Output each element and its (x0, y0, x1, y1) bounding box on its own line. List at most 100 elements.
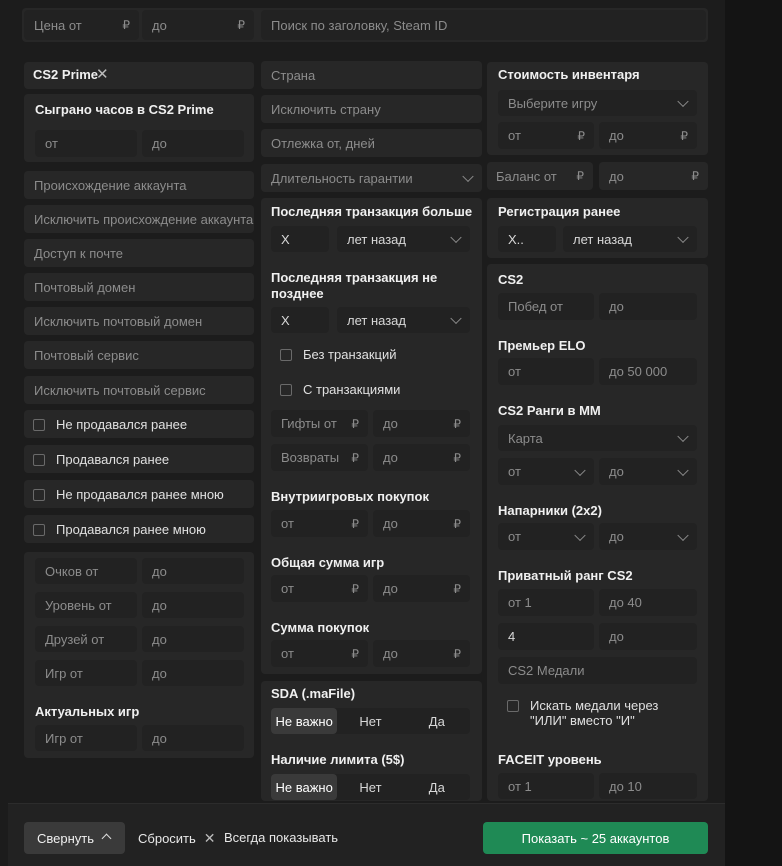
wingman-to-select[interactable]: до (599, 523, 697, 550)
points-from-input[interactable]: Очков от (35, 558, 137, 584)
placeholder: до (609, 168, 624, 184)
purchases-from-input[interactable]: от ₽ (271, 640, 368, 667)
friends-from-input[interactable]: Друзей от (35, 626, 137, 652)
limit-any-option[interactable]: Не важно (271, 774, 338, 800)
checkbox-icon (33, 523, 45, 536)
ruble-icon: ₽ (453, 450, 461, 465)
search-input[interactable]: Поиск по заголовку, Steam ID (261, 10, 706, 40)
with-transactions-checkbox[interactable]: С транзакциями (280, 382, 400, 397)
last-tx-unit-select[interactable]: лет назад (337, 226, 470, 252)
collapse-button[interactable]: Свернуть (24, 822, 125, 854)
games-from-input[interactable]: Игр от (35, 660, 137, 686)
not-sold-before-checkbox[interactable]: Не продавался ранее (33, 417, 187, 432)
medals-select[interactable]: CS2 Медали (498, 657, 697, 684)
ingame-to-input[interactable]: до ₽ (373, 510, 470, 537)
faceit-from-input[interactable]: от 1 (498, 773, 594, 799)
private-rank-to2-input[interactable]: до (599, 623, 697, 650)
placeholder: Выберите игру (508, 95, 598, 111)
last-tx2-unit-select[interactable]: лет назад (337, 307, 470, 333)
level-to-input[interactable]: до (142, 592, 244, 618)
mail-domain-input[interactable]: Почтовый домен (24, 273, 254, 301)
sda-any-option[interactable]: Не важно (271, 708, 338, 734)
private-rank-value-input[interactable]: 4 (498, 623, 594, 650)
placeholder: до (609, 128, 624, 143)
wins-to-input[interactable]: до (599, 293, 697, 320)
rest-days-input[interactable]: Отлежка от, дней (261, 129, 482, 157)
games-sum-to-input[interactable]: до ₽ (373, 575, 470, 602)
balance-from-input[interactable]: Баланс от ₽ (487, 162, 593, 190)
games-sum-from-input[interactable]: от ₽ (271, 575, 368, 602)
elo-from-input[interactable]: от (498, 358, 594, 385)
limit-yes-option[interactable]: Да (404, 774, 470, 800)
exclude-account-origin-select[interactable]: Исключить происхождение аккаунта (24, 205, 254, 233)
friends-to-input[interactable]: до (142, 626, 244, 652)
price-to-input[interactable]: до ₽ (142, 10, 254, 40)
mail-service-select[interactable]: Почтовый сервис (24, 341, 254, 369)
private-rank-to-input[interactable]: до 40 (599, 589, 697, 616)
wins-from-input[interactable]: Побед от (498, 293, 594, 320)
limit-title: Наличие лимита (5$) (271, 752, 405, 767)
medals-or-checkbox[interactable]: Искать медали через "ИЛИ" вместо "И" (507, 698, 680, 728)
actual-games-to-input[interactable]: до (142, 725, 244, 751)
limit-no-option[interactable]: Нет (337, 774, 403, 800)
games-to-input[interactable]: до (142, 660, 244, 686)
country-select[interactable]: Страна (261, 61, 482, 89)
sold-by-me-checkbox[interactable]: Продавался ранее мною (33, 522, 206, 537)
chevron-down-icon (450, 231, 462, 244)
always-show-button[interactable]: Всегда показывать (224, 830, 338, 845)
ruble-icon: ₽ (453, 516, 461, 531)
account-origin-select[interactable]: Происхождение аккаунта (24, 171, 254, 199)
mm-from-select[interactable]: от (498, 458, 594, 485)
exclude-country-select[interactable]: Исключить страну (261, 95, 482, 123)
reset-button[interactable]: Сбросить ✕ (138, 830, 216, 847)
elo-to-input[interactable]: до 50 000 (599, 358, 697, 385)
balance-to-input[interactable]: до ₽ (599, 162, 708, 190)
faceit-to-input[interactable]: до 10 (599, 773, 697, 799)
refunds-from-input[interactable]: Возвраты с ₽ (271, 444, 368, 471)
points-to-input[interactable]: до (142, 558, 244, 584)
private-rank-from-input[interactable]: от 1 (498, 589, 594, 616)
inventory-game-select[interactable]: Выберите игру (498, 90, 697, 116)
show-accounts-button[interactable]: Показать ~ 25 аккаунтов (483, 822, 708, 854)
ingame-from-input[interactable]: от ₽ (271, 510, 368, 537)
ruble-icon: ₽ (122, 18, 130, 32)
chevron-up-icon (101, 833, 112, 844)
chevron-down-icon (450, 312, 462, 325)
sold-before-checkbox[interactable]: Продавался ранее (33, 452, 169, 467)
level-from-input[interactable]: Уровень от (35, 592, 137, 618)
price-from-input[interactable]: Цена от ₽ (24, 10, 139, 40)
last-tx2-value-input[interactable]: X (271, 307, 329, 333)
inventory-from-input[interactable]: от ₽ (498, 122, 594, 149)
mail-access-select[interactable]: Доступ к почте (24, 239, 254, 267)
registration-value-input[interactable]: X.. (498, 226, 556, 252)
not-sold-by-me-checkbox[interactable]: Не продавался ранее мною (33, 487, 224, 502)
chevron-down-icon (574, 464, 586, 476)
purchases-to-input[interactable]: до ₽ (373, 640, 470, 667)
search-placeholder: Поиск по заголовку, Steam ID (271, 17, 448, 33)
sda-no-option[interactable]: Нет (337, 708, 403, 734)
mm-to-select[interactable]: до (599, 458, 697, 485)
ruble-icon: ₽ (351, 646, 359, 661)
exclude-mail-service-select[interactable]: Исключить почтовый сервис (24, 376, 254, 404)
sda-title: SDA (.maFile) (271, 686, 356, 701)
exclude-mail-domain-input[interactable]: Исключить почтовый домен (24, 307, 254, 335)
prime-hours-from-input[interactable]: от (35, 130, 137, 157)
sda-yes-option[interactable]: Да (404, 708, 470, 734)
last-tx-value-input[interactable]: X (271, 226, 329, 252)
inventory-to-input[interactable]: до ₽ (599, 122, 697, 149)
actual-games-from-input[interactable]: Игр от (35, 725, 137, 751)
warranty-select[interactable]: Длительность гарантии (261, 164, 482, 192)
placeholder: от 1 (508, 595, 532, 610)
close-icon[interactable]: ✕ (96, 67, 109, 83)
label: Продавался ранее (56, 452, 170, 467)
gifts-to-input[interactable]: до ₽ (373, 410, 470, 437)
no-transactions-checkbox[interactable]: Без транзакций (280, 347, 397, 362)
registration-unit-select[interactable]: лет назад (563, 226, 697, 252)
wingman-from-select[interactable]: от (498, 523, 594, 550)
value: 4 (508, 629, 516, 644)
gifts-from-input[interactable]: Гифты от ₽ (271, 410, 368, 437)
prime-hours-to-input[interactable]: до (142, 130, 244, 157)
mm-map-select[interactable]: Карта (498, 425, 697, 451)
label: С транзакциями (303, 382, 401, 397)
refunds-to-input[interactable]: до ₽ (373, 444, 470, 471)
